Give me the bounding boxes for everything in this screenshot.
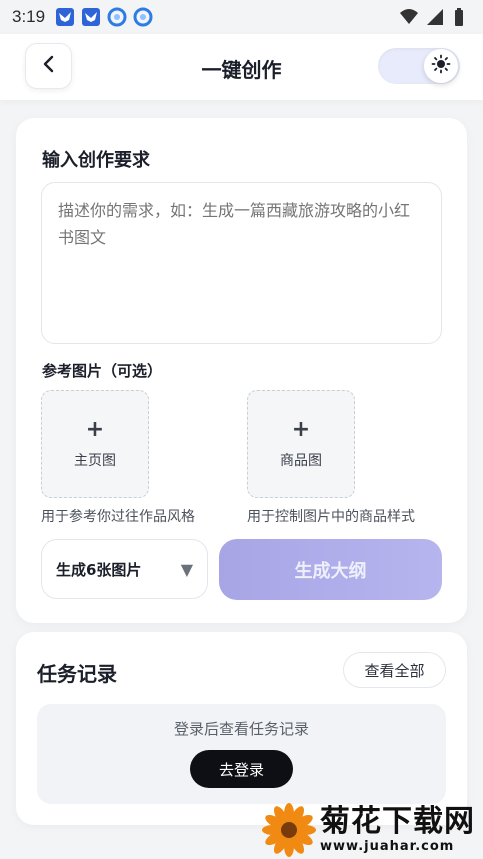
site-watermark: 菊花下载网 www.juahar.com	[262, 800, 483, 859]
app-header: 一键创作	[0, 34, 483, 100]
empty-message: 登录后查看任务记录	[173, 720, 309, 738]
generate-outline-button[interactable]: 生成大纲	[219, 539, 442, 600]
bird-app-icon	[55, 7, 75, 27]
view-all-button[interactable]: 查看全部	[343, 652, 446, 688]
plus-icon: +	[291, 417, 311, 442]
create-card: 输入创作要求 参考图片（可选） + 主页图 用于参考你过往作品风格 + 商品图 …	[16, 118, 467, 623]
homepage-image-upload[interactable]: + 主页图	[41, 390, 149, 498]
task-records-title: 任务记录	[37, 662, 117, 686]
notification-icons	[55, 7, 153, 27]
qq-browser-icon	[107, 7, 127, 27]
qq-browser-icon	[133, 7, 153, 27]
task-empty-state: 登录后查看任务记录 去登录	[37, 704, 446, 804]
upload-label: 商品图	[280, 453, 322, 469]
flower-logo-icon	[262, 802, 316, 857]
image-count-value: 生成6张图片	[56, 560, 142, 579]
task-records-card: 任务记录 查看全部 登录后查看任务记录 去登录	[16, 632, 467, 825]
watermark-url: www.juahar.com	[320, 839, 455, 854]
signal-icon	[425, 7, 445, 27]
status-bar: 3:19	[0, 0, 483, 34]
system-icons	[399, 7, 471, 27]
upload-hint: 用于控制图片中的商品样式	[247, 509, 415, 525]
reference-images-title: 参考图片（可选）	[42, 362, 163, 380]
product-image-upload[interactable]: + 商品图	[247, 390, 355, 498]
sun-icon	[431, 54, 451, 78]
bird-app-icon	[81, 7, 101, 27]
wifi-icon	[399, 7, 419, 27]
status-time: 3:19	[12, 7, 46, 26]
toggle-knob	[424, 49, 458, 83]
requirements-input[interactable]	[41, 182, 442, 344]
upload-label: 主页图	[74, 453, 116, 469]
battery-icon	[451, 7, 471, 27]
login-button[interactable]: 去登录	[190, 750, 293, 788]
upload-hint: 用于参考你过往作品风格	[41, 509, 195, 525]
theme-toggle[interactable]	[378, 48, 460, 84]
requirements-title: 输入创作要求	[42, 150, 150, 171]
dropdown-arrow-icon: ▼	[180, 559, 193, 579]
image-count-select[interactable]: 生成6张图片 ▼	[41, 539, 208, 599]
watermark-text: 菊花下载网 www.juahar.com	[320, 804, 475, 855]
plus-icon: +	[85, 417, 105, 442]
watermark-name: 菊花下载网	[320, 804, 475, 839]
